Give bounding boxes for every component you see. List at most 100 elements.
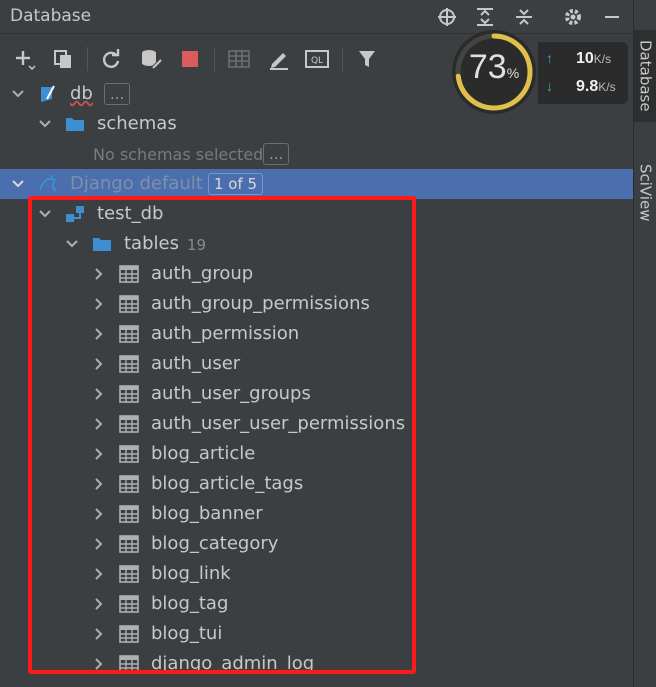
table-label: auth_user_groups	[151, 383, 311, 404]
tree-node-django-default[interactable]: Django default 1 of 5	[0, 169, 633, 199]
chevron-right-icon[interactable]	[91, 416, 107, 432]
expand-all-icon[interactable]	[472, 4, 498, 30]
tree-node-table[interactable]: blog_tag	[0, 589, 633, 619]
tree-node-table[interactable]: blog_article_tags	[0, 469, 633, 499]
chevron-right-icon[interactable]	[91, 476, 107, 492]
edit-icon[interactable]	[264, 44, 294, 74]
more-button[interactable]: ...	[263, 143, 290, 165]
table-icon	[119, 355, 139, 373]
table-label: blog_banner	[151, 503, 263, 524]
table-icon	[119, 655, 139, 673]
chevron-right-icon[interactable]	[91, 566, 107, 582]
tables-count: 19	[187, 236, 207, 254]
chevron-right-icon[interactable]	[91, 506, 107, 522]
stop-icon[interactable]	[175, 44, 205, 74]
crosshair-icon[interactable]	[434, 4, 460, 30]
toolbar-separator	[342, 47, 343, 71]
table-icon	[119, 475, 139, 493]
table-icon	[119, 325, 139, 343]
more-button[interactable]: ...	[104, 83, 131, 105]
tab-sciview[interactable]: SciView	[634, 158, 656, 228]
table-icon	[119, 265, 139, 283]
tree-node-test-db[interactable]: test_db	[0, 199, 633, 229]
tree-node-no-schemas[interactable]: No schemas selected ...	[0, 139, 633, 169]
chevron-down-icon[interactable]	[10, 86, 26, 102]
tree-node-table[interactable]: auth_user_user_permissions	[0, 409, 633, 439]
resource-monitor: ↑ 10K/s ↓ 9.8K/s 73%	[452, 30, 632, 114]
duplicate-icon[interactable]	[48, 44, 78, 74]
table-label: auth_permission	[151, 323, 300, 344]
table-label: blog_article	[151, 443, 256, 464]
table-icon	[119, 415, 139, 433]
chevron-right-icon[interactable]	[91, 596, 107, 612]
download-unit: K/s	[598, 80, 616, 94]
folder-icon	[93, 238, 111, 251]
chevron-down-icon[interactable]	[64, 236, 80, 252]
network-speeds: ↑ 10K/s ↓ 9.8K/s	[538, 42, 628, 104]
table-icon	[119, 565, 139, 583]
chevron-down-icon[interactable]	[10, 176, 26, 192]
schema-icon	[66, 206, 84, 222]
chevron-right-icon[interactable]	[91, 536, 107, 552]
toolbar-separator	[214, 47, 215, 71]
chevron-down-icon[interactable]	[37, 206, 53, 222]
tree-node-table[interactable]: django_admin_log	[0, 649, 633, 679]
refresh-icon[interactable]	[96, 44, 126, 74]
filter-icon[interactable]	[352, 44, 382, 74]
database-tree: db ... schemas No schemas selected ... D…	[0, 79, 633, 687]
tab-database[interactable]: Database	[634, 30, 656, 122]
chevron-right-icon[interactable]	[91, 326, 107, 342]
table-icon[interactable]	[224, 44, 254, 74]
minimize-icon[interactable]	[599, 4, 625, 30]
tree-node-table[interactable]: auth_group_permissions	[0, 289, 633, 319]
mysql-datasource-icon	[39, 175, 57, 192]
tree-node-table[interactable]: blog_category	[0, 529, 633, 559]
arrow-down-icon: ↓	[546, 78, 553, 94]
chevron-right-icon[interactable]	[91, 446, 107, 462]
table-icon	[119, 385, 139, 403]
upload-speed: ↑ 10K/s	[544, 48, 628, 72]
tree-node-table[interactable]: blog_tui	[0, 619, 633, 649]
add-icon[interactable]	[10, 44, 40, 74]
schema-settings-icon[interactable]	[136, 44, 166, 74]
chevron-right-icon[interactable]	[91, 656, 107, 672]
table-icon	[119, 595, 139, 613]
table-label: auth_user_user_permissions	[151, 413, 406, 434]
chevron-right-icon[interactable]	[91, 386, 107, 402]
schemas-label: schemas	[97, 113, 177, 134]
ql-console-icon[interactable]: QL	[302, 44, 332, 74]
tables-label: tables	[124, 233, 179, 254]
tree-node-table[interactable]: blog_article	[0, 439, 633, 469]
tree-node-tables[interactable]: tables 19	[0, 229, 633, 259]
tree-node-table[interactable]: auth_group	[0, 259, 633, 289]
chevron-right-icon[interactable]	[91, 266, 107, 282]
table-label: blog_tui	[151, 623, 223, 644]
toolbar-separator	[87, 47, 88, 71]
tool-window-header: Database	[0, 0, 633, 34]
folder-icon	[66, 118, 84, 131]
chevron-down-icon[interactable]	[37, 116, 53, 132]
cpu-gauge: 73%	[452, 30, 536, 114]
tab-sciview-label: SciView	[636, 164, 655, 222]
tree-node-table[interactable]: auth_user	[0, 349, 633, 379]
tree-node-table[interactable]: blog_banner	[0, 499, 633, 529]
chevron-right-icon[interactable]	[91, 296, 107, 312]
collapse-all-icon[interactable]	[511, 4, 537, 30]
gear-icon[interactable]	[560, 4, 586, 30]
datasource-label: db	[70, 83, 93, 104]
schema-count-badge[interactable]: 1 of 5	[208, 173, 264, 195]
tree-node-table[interactable]: auth_permission	[0, 319, 633, 349]
chevron-right-icon[interactable]	[91, 626, 107, 642]
table-label: blog_article_tags	[151, 473, 304, 494]
tool-window-title: Database	[10, 6, 92, 26]
download-speed: ↓ 9.8K/s	[544, 76, 628, 100]
upload-value: 10	[576, 50, 594, 67]
no-schemas-label: No schemas selected	[93, 145, 264, 164]
tree-node-table[interactable]: auth_user_groups	[0, 379, 633, 409]
cpu-value: 73	[468, 48, 507, 86]
chevron-right-icon[interactable]	[91, 356, 107, 372]
right-tool-strip: Database SciView	[633, 0, 656, 687]
tree-node-table[interactable]: blog_link	[0, 559, 633, 589]
upload-unit: K/s	[593, 52, 612, 66]
table-icon	[119, 625, 139, 643]
